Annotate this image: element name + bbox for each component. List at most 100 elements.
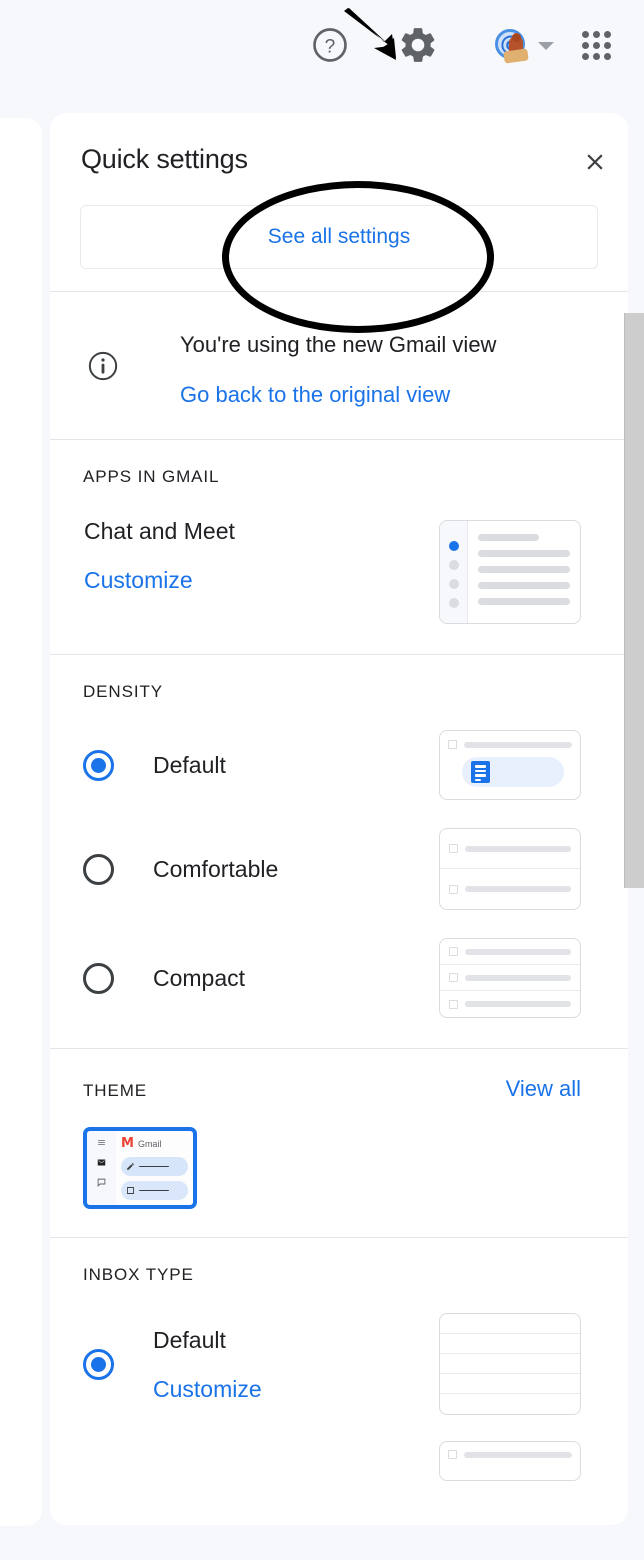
- svg-text:?: ?: [325, 37, 336, 58]
- density-default-label: Default: [153, 751, 226, 778]
- compose-preview-row: [121, 1157, 188, 1176]
- hamburger-menu-icon: [98, 1140, 105, 1145]
- avatar-image: @: [494, 28, 530, 64]
- rail-dot-active: [448, 541, 459, 551]
- preview-line: [465, 974, 571, 981]
- radio-inbox-default[interactable]: [83, 1348, 114, 1380]
- inbox-next-preview-partial[interactable]: [439, 1441, 581, 1481]
- inbox-icon: [127, 1187, 134, 1194]
- preview-line: [464, 741, 572, 748]
- preview-row: [448, 740, 572, 749]
- inbox-type-section: INBOX TYPE Default Customize: [50, 1238, 628, 1511]
- close-icon: [587, 154, 603, 170]
- see-all-settings-button[interactable]: See all settings: [80, 205, 598, 269]
- article-icon: [471, 761, 490, 783]
- avatar-figure-base: [503, 48, 529, 64]
- preview-line: [478, 582, 570, 589]
- radio-density-default[interactable]: [83, 749, 114, 781]
- quick-settings-panel: Quick settings See all settings You're u…: [50, 113, 628, 1525]
- density-default-preview[interactable]: [439, 730, 581, 800]
- inbox-preview-row: [121, 1181, 188, 1200]
- section-title-theme: THEME: [83, 1081, 147, 1100]
- info-circle-glyph: [88, 351, 118, 381]
- page-title: Quick settings: [81, 144, 248, 174]
- density-option-compact[interactable]: Compact: [83, 938, 598, 1018]
- apps-grid-icon[interactable]: [575, 24, 617, 66]
- checkbox-icon: [448, 740, 457, 749]
- density-comfortable-label: Comfortable: [153, 855, 279, 882]
- top-bar: ? @: [0, 0, 644, 92]
- theme-preview-rail: [87, 1131, 116, 1205]
- apps-in-gmail-section: APPS IN GMAIL Chat and Meet Customize: [50, 440, 628, 654]
- preview-line: [465, 948, 571, 955]
- gear-glyph: [401, 28, 435, 62]
- inbox-default-label: Default: [153, 1326, 226, 1353]
- preview-line: [478, 534, 539, 541]
- help-icon[interactable]: ?: [306, 21, 354, 69]
- theme-preview-body: M Gmail: [116, 1131, 193, 1205]
- pencil-icon: [127, 1163, 134, 1170]
- inbox-type-option-default[interactable]: Default Customize: [83, 1313, 598, 1415]
- gmail-logo-icon: M: [121, 1136, 134, 1151]
- preview-highlight-pill: [462, 757, 564, 787]
- checkbox-icon: [449, 884, 458, 894]
- preview-row: [440, 965, 580, 991]
- preview-line: [478, 550, 570, 557]
- density-comfortable-preview[interactable]: [439, 828, 581, 910]
- checkbox-icon: [449, 844, 458, 853]
- density-option-comfortable[interactable]: Comfortable: [83, 828, 598, 910]
- preview-row: [440, 1394, 580, 1414]
- section-title-density: DENSITY: [83, 682, 163, 701]
- preview-line: [464, 1451, 572, 1458]
- chevron-down-icon[interactable]: [536, 38, 556, 54]
- gmail-wordmark: Gmail: [137, 1138, 162, 1149]
- preview-line: [478, 566, 570, 573]
- see-all-settings-row: See all settings: [50, 205, 628, 291]
- theme-header: THEME View all: [83, 1076, 598, 1102]
- close-button[interactable]: [576, 143, 614, 181]
- info-icon: [86, 349, 120, 383]
- preview-row: [440, 1314, 580, 1334]
- density-compact-preview[interactable]: [439, 938, 581, 1018]
- chat-icon: [97, 1178, 106, 1187]
- new-gmail-view-notice: You're using the new Gmail view Go back …: [50, 292, 628, 439]
- inbox-customize-link[interactable]: Customize: [153, 1375, 262, 1403]
- gear-icon[interactable]: [394, 21, 442, 69]
- rail-dot: [448, 598, 459, 608]
- section-title-apps-in-gmail: APPS IN GMAIL: [83, 467, 220, 486]
- radio-density-compact[interactable]: [83, 962, 114, 994]
- avatar-figure-head: [512, 33, 521, 42]
- theme-section: THEME View all M Gmail: [50, 1049, 628, 1237]
- go-back-to-original-view-link[interactable]: Go back to the original view: [180, 381, 450, 409]
- avatar[interactable]: @: [494, 28, 530, 64]
- preview-row: [440, 1354, 580, 1374]
- radio-density-comfortable[interactable]: [83, 853, 114, 885]
- inbox-type-next-option-partial: [83, 1441, 598, 1481]
- panel-scrollbar-thumb[interactable]: [624, 313, 644, 888]
- preview-row: [440, 991, 580, 1017]
- chat-and-meet-preview-thumbnail[interactable]: [439, 520, 581, 624]
- chat-customize-link[interactable]: Customize: [84, 566, 193, 594]
- density-option-default[interactable]: Default: [83, 730, 598, 800]
- rail-dot: [448, 560, 459, 570]
- rail-dot: [448, 579, 459, 589]
- preview-body: [468, 521, 580, 623]
- inbox-default-preview[interactable]: [439, 1313, 581, 1415]
- density-compact-label: Compact: [153, 964, 246, 991]
- checkbox-icon: [449, 947, 458, 956]
- theme-thumbnail-selected[interactable]: M Gmail: [83, 1127, 197, 1209]
- preview-line: [139, 1165, 169, 1168]
- density-section: DENSITY Default Comfortable Compact: [50, 655, 628, 1048]
- mail-icon: [97, 1159, 106, 1166]
- view-all-themes-link[interactable]: View all: [506, 1076, 581, 1102]
- preview-row: [440, 1374, 580, 1394]
- inbox-default-labels: Default Customize: [153, 1326, 439, 1403]
- chat-and-meet-row: Chat and Meet Customize: [83, 517, 598, 624]
- preview-row: [448, 1450, 572, 1459]
- quick-settings-content: Quick settings See all settings You're u…: [50, 113, 628, 1511]
- panel-header: Quick settings: [50, 113, 628, 205]
- chat-and-meet-label: Chat and Meet: [84, 518, 235, 544]
- preview-row: [440, 1334, 580, 1354]
- preview-line: [139, 1189, 169, 1192]
- new-view-message: You're using the new Gmail view: [180, 332, 497, 357]
